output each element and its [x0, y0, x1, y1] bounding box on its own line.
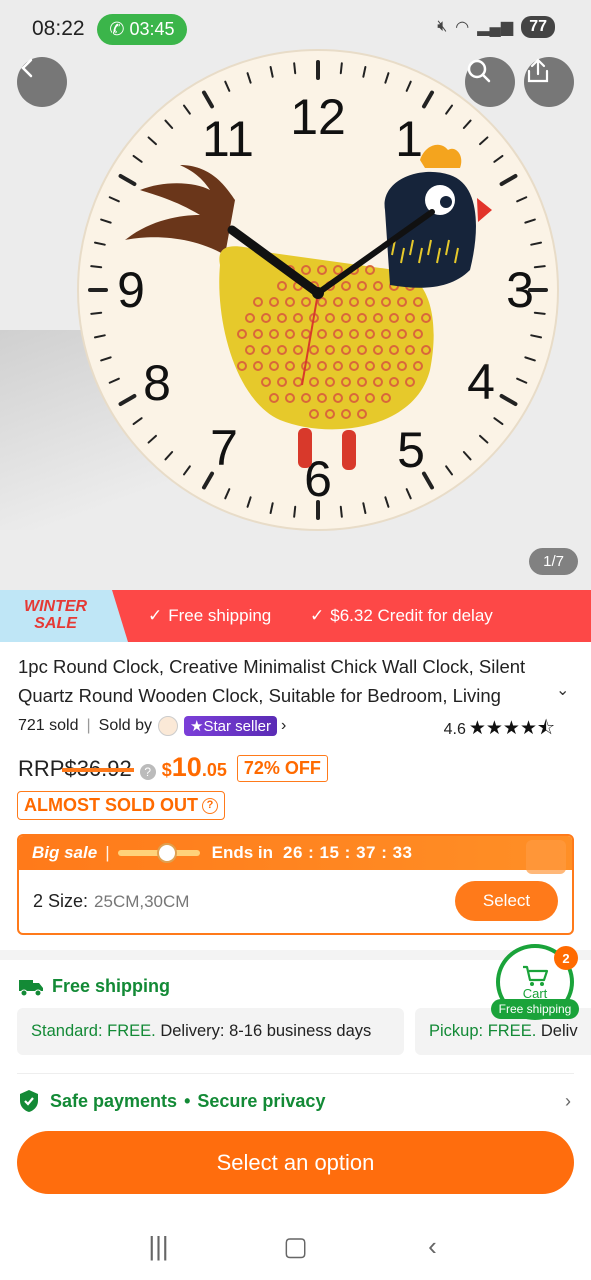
wifi-icon: ◠ — [455, 19, 470, 36]
search-icon — [467, 59, 491, 83]
standard-shipping-card[interactable]: Standard: FREE. Delivery: 8-16 business … — [17, 1008, 404, 1055]
product-title: 1pc Round Clock, Creative Minimalist Chi… — [18, 656, 526, 706]
cart-free-shipping-badge: Free shipping — [491, 999, 579, 1019]
free-shipping-title: Free shipping — [52, 976, 171, 996]
numeral-12: 12 — [290, 89, 346, 145]
share-button[interactable] — [524, 57, 574, 107]
truck-icon — [19, 979, 43, 996]
status-time: 08:22 — [32, 17, 85, 40]
star-seller-label: Star seller — [203, 718, 272, 735]
battery-level: 77 — [521, 16, 555, 38]
status-icons: 🔇︎ ◠ ▂▄▆ 77 — [437, 16, 555, 38]
almost-sold-out-label: ALMOST SOLD OUT — [24, 795, 198, 815]
rating-value: 4.6 — [443, 721, 466, 738]
numeral-5: 5 — [397, 422, 425, 478]
rrp-label: RRP — [18, 756, 65, 781]
rating[interactable]: 4.6 ★★★★⯪ — [444, 714, 555, 746]
numeral-9: 9 — [117, 262, 145, 318]
status-bar: 08:22 ✆ 03:45 🔇︎ ◠ ▂▄▆ 77 — [0, 0, 591, 60]
sale-decoration — [526, 840, 566, 874]
sale-progress-knob — [156, 843, 177, 863]
separator: | — [86, 717, 91, 734]
big-sale-label: Big sale — [32, 843, 98, 862]
promo-free-shipping: ✓ Free shipping — [148, 606, 271, 626]
image-counter: 1/7 — [529, 548, 578, 575]
home-icon[interactable]: ▢ — [266, 1231, 326, 1262]
select-size-button[interactable]: Select — [455, 881, 558, 921]
chevron-right-icon: › — [565, 1090, 571, 1111]
recent-apps-icon[interactable]: ||| — [129, 1231, 189, 1262]
safety-row[interactable]: Safe payments • Secure privacy › — [18, 1088, 575, 1114]
call-indicator[interactable]: ✆ 03:45 — [97, 14, 187, 45]
separator: | — [105, 843, 110, 862]
winter-sale-line2: SALE — [34, 615, 77, 632]
shield-check-icon — [20, 1090, 38, 1112]
secure-privacy-label: Secure privacy — [197, 1090, 326, 1111]
promo-credit: ✓ $6.32 Credit for delay — [310, 606, 493, 626]
big-sale-box: Big sale | Ends in 26 : 15 : 37 : 33 2 S… — [17, 834, 574, 935]
nav-back-icon[interactable]: ‹ — [403, 1231, 463, 1262]
promo-free-shipping-label: Free shipping — [168, 606, 272, 625]
seller-logo[interactable] — [158, 716, 179, 736]
numeral-4: 4 — [467, 354, 495, 410]
back-button[interactable] — [17, 57, 67, 107]
winter-sale-badge: WINTER SALE — [0, 590, 128, 642]
numeral-3: 3 — [506, 262, 534, 318]
size-selector-row[interactable]: 2 Size: 25CM,30CM Select — [19, 870, 572, 933]
star-seller-badge[interactable]: ★Star seller — [184, 716, 278, 736]
winter-sale-line1: WINTER — [24, 598, 88, 615]
system-nav-bar: ||| ▢ ‹ — [0, 1212, 591, 1280]
select-option-button[interactable]: Select an option — [17, 1131, 574, 1194]
price-currency: $ — [161, 760, 172, 780]
mute-icon: 🔇︎ — [437, 18, 448, 35]
share-icon — [527, 58, 549, 83]
numeral-7: 7 — [210, 420, 238, 476]
call-timer: 03:45 — [129, 19, 175, 39]
cart-icon — [523, 965, 549, 986]
sale-progress — [117, 843, 200, 863]
rating-stars-icon: ★★★★⯪ — [468, 718, 555, 739]
bullet: • — [184, 1090, 191, 1111]
product-image-gallery[interactable]: 12 1 3 4 5 6 7 8 9 11 1/7 — [0, 0, 591, 590]
check-icon: ✓ — [310, 606, 325, 625]
size-values: 25CM,30CM — [94, 891, 190, 911]
cart-count-badge: 2 — [554, 946, 578, 970]
shipping-header: Free shipping — [18, 976, 170, 997]
safe-payments-label: Safe payments — [50, 1090, 178, 1111]
divider-line — [17, 1073, 574, 1074]
numeral-8: 8 — [143, 355, 171, 411]
help-icon: ? — [202, 797, 218, 814]
standard-shipping-label: Standard: FREE. — [31, 1022, 156, 1040]
price-integer: 10 — [171, 752, 202, 782]
chevron-right-icon[interactable]: › — [281, 717, 286, 735]
seller-row: 721 sold | Sold by ★Star seller › 4.6 ★★… — [18, 714, 575, 739]
price-row: RRP $36.92 ? $ 10 .05 72% OFF — [18, 752, 328, 788]
numeral-11: 11 — [202, 111, 254, 167]
almost-sold-out-badge[interactable]: ALMOST SOLD OUT ? — [17, 791, 225, 820]
phone-icon: ✆ — [109, 19, 125, 39]
help-icon[interactable]: ? — [139, 764, 156, 780]
search-button[interactable] — [465, 57, 515, 107]
pickup-shipping-label: Pickup: FREE. — [429, 1022, 537, 1040]
promo-bar: WINTER SALE ✓ Free shipping ✓ $6.32 Cred… — [0, 590, 591, 642]
ends-in-label: Ends in — [211, 843, 274, 862]
sold-by-label: Sold by — [98, 717, 153, 734]
countdown-timer: 26 : 15 : 37 : 33 — [283, 843, 413, 862]
chevron-left-icon — [21, 58, 33, 78]
signal-icon: ▂▄▆ — [477, 19, 514, 36]
section-divider — [0, 950, 591, 960]
check-icon: ✓ — [148, 606, 163, 625]
rrp-value: $36.92 — [62, 756, 135, 781]
sold-count: 721 sold — [18, 717, 79, 734]
big-sale-header: Big sale | Ends in 26 : 15 : 37 : 33 — [19, 836, 572, 874]
standard-shipping-detail: Delivery: 8-16 business days — [160, 1022, 372, 1040]
expand-title-button[interactable]: ⌄ — [556, 680, 569, 700]
pickup-shipping-detail: Deliv — [540, 1022, 578, 1040]
numeral-1: 1 — [395, 111, 423, 167]
promo-credit-label: $6.32 Credit for delay — [330, 606, 493, 625]
price-decimal: .05 — [201, 760, 227, 780]
discount-badge: 72% OFF — [236, 755, 328, 782]
size-label: 2 Size: — [33, 891, 89, 911]
